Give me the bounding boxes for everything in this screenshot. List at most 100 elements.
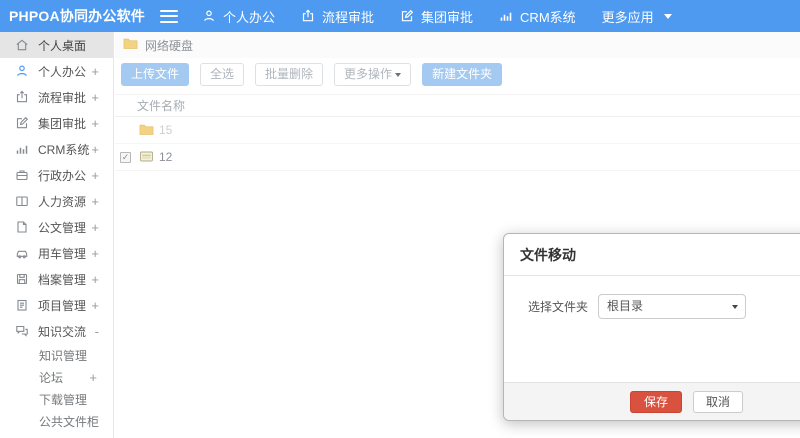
checkbox-column: ✓ [115, 151, 134, 163]
sidebar-item-archive-mgmt[interactable]: 档案管理 + [0, 266, 113, 292]
more-operations-button[interactable]: 更多操作 [334, 63, 412, 86]
topnav-label: 流程审批 [322, 9, 375, 25]
user-icon [202, 9, 216, 23]
breadcrumb-link[interactable]: 网络硬盘 [145, 37, 193, 54]
expand-indicator: + [91, 271, 99, 287]
modal-header: 文件移动 [504, 234, 800, 276]
expand-indicator: + [91, 297, 99, 313]
caret-down-icon [395, 72, 402, 77]
hdd-icon [139, 150, 154, 164]
row-checkbox[interactable]: ✓ [120, 151, 131, 163]
folder-icon [123, 37, 138, 53]
folder-select-label: 选择文件夹 [528, 300, 589, 314]
topnav-group-approval[interactable]: 集团审批 [400, 7, 473, 26]
edit-icon [15, 116, 29, 130]
topnav-crm[interactable]: CRM系统 [499, 7, 576, 26]
folder-select-value: 根目录 [607, 299, 644, 313]
sidebar-item-admin-office[interactable]: 行政办公 + [0, 162, 113, 188]
file-name-link[interactable]: 12 [159, 150, 172, 164]
sidebar-subitem-knowledge-mgmt[interactable]: 知识管理 [0, 344, 113, 366]
topnav-label: 个人办公 [223, 9, 276, 25]
sidebar-item-personal-office[interactable]: 个人办公 + [0, 58, 113, 84]
more-operations-label: 更多操作 [344, 67, 393, 81]
sidebar-subitem-forum[interactable]: 论坛 + [0, 366, 113, 388]
sidebar-item-workflow-approval[interactable]: 流程审批 + [0, 84, 113, 110]
breadcrumb: 网络硬盘 [115, 32, 800, 58]
document-icon [15, 220, 29, 234]
file-name-link[interactable]: 15 [159, 123, 172, 137]
save-button[interactable]: 保存 [629, 390, 682, 413]
sidebar-item-document-mgmt[interactable]: 公文管理 + [0, 214, 113, 240]
chart-icon [15, 142, 29, 156]
sidebar-item-group-approval[interactable]: 集团审批 + [0, 110, 113, 136]
sidebar-subitem-download-mgmt[interactable]: 下载管理 [0, 388, 113, 410]
folder-icon [139, 123, 154, 137]
menu-icon[interactable] [160, 9, 178, 23]
sidebar-item-knowledge-exchange[interactable]: 知识交流 - [0, 318, 113, 344]
select-all-button[interactable]: 全选 [200, 63, 245, 86]
sidebar-item-project-mgmt[interactable]: 项目管理 + [0, 292, 113, 318]
sidebar-item-label: 公文管理 [38, 220, 87, 235]
expand-indicator: + [91, 245, 99, 261]
expand-indicator: - [94, 323, 99, 339]
toolbar: 上传文件 全选 批量删除 更多操作 新建文件夹 [115, 58, 800, 92]
expand-indicator: + [91, 63, 99, 79]
briefcase-icon [15, 168, 29, 182]
sidebar-item-crm[interactable]: CRM系统 + [0, 136, 113, 162]
caret-down-icon [732, 305, 739, 309]
sidebar-item-label: 流程审批 [38, 90, 87, 105]
table-row[interactable]: 15 [115, 117, 800, 144]
topnav-label: CRM系统 [520, 9, 576, 25]
user-icon [15, 64, 29, 78]
expand-indicator: + [91, 115, 99, 131]
sidebar: 个人桌面 个人办公 + 流程审批 + 集团审批 + CRM系统 + 行政办公 +… [0, 32, 114, 438]
folder-select-dropdown[interactable]: 根目录 [598, 294, 747, 319]
topnav-more-apps[interactable]: 更多应用 [602, 7, 672, 26]
topbar: PHPOA协同办公软件 个人办公 流程审批 集团审批 CRM系统 更多应用 [0, 0, 800, 32]
clipboard-icon [15, 298, 29, 312]
sidebar-subitem-label: 公共文件柜 [39, 414, 100, 429]
sidebar-item-label: 知识交流 [38, 324, 87, 339]
expand-indicator: + [91, 193, 99, 209]
topnav-personal-office[interactable]: 个人办公 [202, 7, 275, 26]
table-row[interactable]: ✓ 12 [115, 144, 800, 171]
new-folder-button[interactable]: 新建文件夹 [422, 63, 503, 86]
edit-icon [400, 9, 414, 23]
upload-file-button[interactable]: 上传文件 [121, 63, 190, 86]
expand-indicator: + [91, 89, 99, 105]
sidebar-item-label: 档案管理 [38, 272, 87, 287]
sidebar-item-vehicle-mgmt[interactable]: 用车管理 + [0, 240, 113, 266]
sidebar-item-label: 人力资源 [38, 194, 87, 209]
home-icon [15, 38, 29, 52]
expand-indicator: + [91, 141, 99, 157]
car-icon [15, 246, 29, 260]
app-logo: PHPOA协同办公软件 [9, 8, 145, 24]
topnav-label: 集团审批 [421, 9, 474, 25]
sidebar-item-label: 项目管理 [38, 298, 87, 313]
sidebar-subitem-label: 论坛 [39, 370, 64, 385]
folder-select-row: 选择文件夹 根目录 [520, 294, 800, 319]
book-icon [15, 194, 29, 208]
sidebar-item-label: 行政办公 [38, 168, 87, 183]
file-move-modal: 文件移动 选择文件夹 根目录 保存 取消 [503, 233, 800, 421]
expand-indicator: + [91, 219, 99, 235]
file-table-header: 文件名称 [115, 94, 800, 117]
modal-title: 文件移动 [520, 247, 576, 263]
sidebar-item-label: 个人桌面 [38, 38, 87, 53]
caret-down-icon [663, 13, 672, 19]
sidebar-subitem-public-cabinet[interactable]: 公共文件柜 [0, 410, 113, 432]
topnav-label: 更多应用 [601, 9, 654, 25]
sidebar-item-label: 个人办公 [38, 64, 87, 79]
chat-icon [15, 324, 29, 338]
sidebar-item-label: 用车管理 [38, 246, 87, 261]
cancel-button[interactable]: 取消 [693, 390, 744, 413]
sidebar-item-hr[interactable]: 人力资源 + [0, 188, 113, 214]
share-icon [301, 9, 315, 23]
chart-icon [499, 9, 513, 23]
top-navigation: 个人办公 流程审批 集团审批 CRM系统 更多应用 [202, 7, 698, 26]
batch-delete-button[interactable]: 批量删除 [255, 63, 324, 86]
share-icon [15, 90, 29, 104]
sidebar-subitem-label: 知识管理 [39, 348, 88, 363]
topnav-workflow-approval[interactable]: 流程审批 [301, 7, 374, 26]
sidebar-item-desktop[interactable]: 个人桌面 [0, 32, 113, 58]
